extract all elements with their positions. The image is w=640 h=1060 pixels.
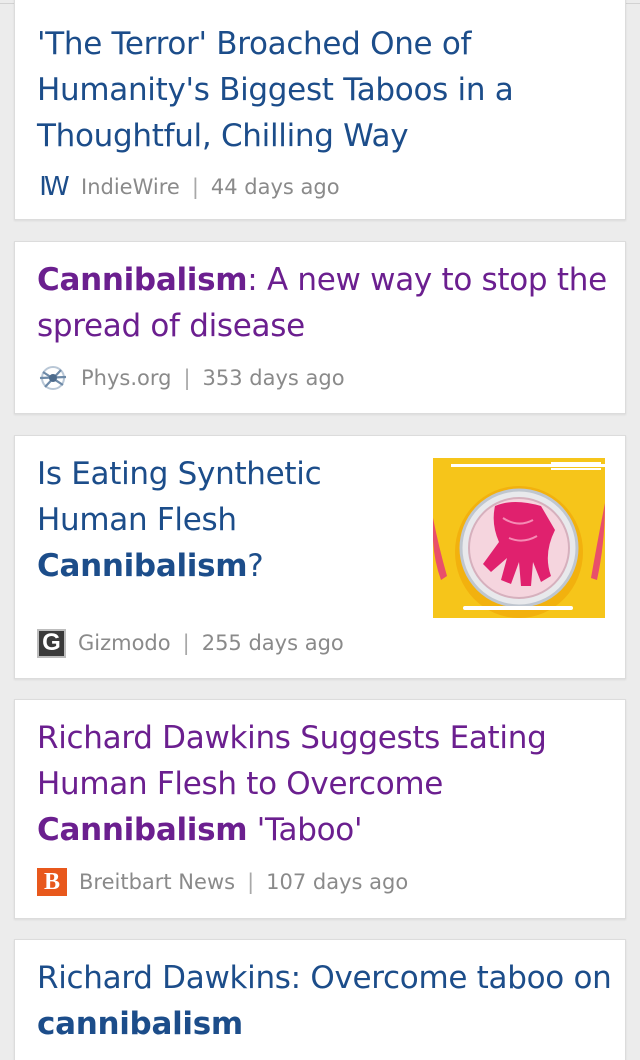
article-title[interactable]: Richard Dawkins Suggests Eating Human Fl…: [37, 715, 612, 853]
title-text: 'Taboo': [247, 812, 363, 848]
article-card[interactable]: Cannibalism: A new way to stop the sprea…: [14, 241, 626, 414]
keyword-highlight: Cannibalism: [37, 812, 248, 848]
article-age: 107 days ago: [266, 870, 409, 894]
breitbart-logo-icon: B: [37, 868, 67, 896]
keyword-highlight: Cannibalism: [37, 548, 248, 584]
meta-separator: |: [247, 870, 255, 894]
source-name: Phys.org: [81, 366, 172, 390]
source-name: Gizmodo: [78, 631, 171, 655]
article-meta: Phys.org | 353 days ago: [37, 363, 345, 393]
article-age: 353 days ago: [202, 366, 345, 390]
article-age: 44 days ago: [210, 175, 340, 199]
source-name: Breitbart News: [79, 870, 236, 894]
article-card[interactable]: Richard Dawkins: Overcome taboo on canni…: [14, 939, 626, 1060]
title-text: Richard Dawkins: Overcome taboo on: [37, 960, 612, 996]
title-text: Is Eating Synthetic Human Flesh: [37, 456, 322, 538]
article-meta: B Breitbart News | 107 days ago: [37, 867, 408, 897]
article-card[interactable]: Richard Dawkins Suggests Eating Human Fl…: [14, 699, 626, 919]
article-age: 255 days ago: [201, 631, 344, 655]
article-title[interactable]: Cannibalism: A new way to stop the sprea…: [37, 257, 612, 349]
keyword-highlight: Cannibalism: [37, 262, 248, 298]
physorg-logo-icon: [37, 364, 69, 392]
keyword-highlight: cannibalism: [37, 1006, 243, 1042]
article-card[interactable]: 'The Terror' Broached One of Humanity's …: [14, 0, 626, 220]
article-title[interactable]: Is Eating Synthetic Human Flesh Cannibali…: [37, 451, 417, 589]
source-name: IndieWire: [81, 175, 180, 199]
article-thumbnail[interactable]: [433, 458, 605, 618]
title-text: Richard Dawkins Suggests Eating Human Fl…: [37, 720, 547, 802]
article-card[interactable]: Is Eating Synthetic Human Flesh Cannibali…: [14, 435, 626, 679]
article-title[interactable]: 'The Terror' Broached One of Humanity's …: [37, 21, 597, 159]
title-text: ?: [247, 548, 264, 584]
article-meta: IW IndieWire | 44 days ago: [37, 172, 340, 202]
meta-separator: |: [183, 366, 191, 390]
meta-separator: |: [182, 631, 190, 655]
article-meta: G Gizmodo | 255 days ago: [37, 628, 344, 658]
indiewire-logo-icon: IW: [39, 172, 69, 202]
article-title[interactable]: Richard Dawkins: Overcome taboo on canni…: [37, 955, 612, 1047]
meta-separator: |: [191, 175, 199, 199]
gizmodo-logo-icon: G: [37, 628, 66, 658]
